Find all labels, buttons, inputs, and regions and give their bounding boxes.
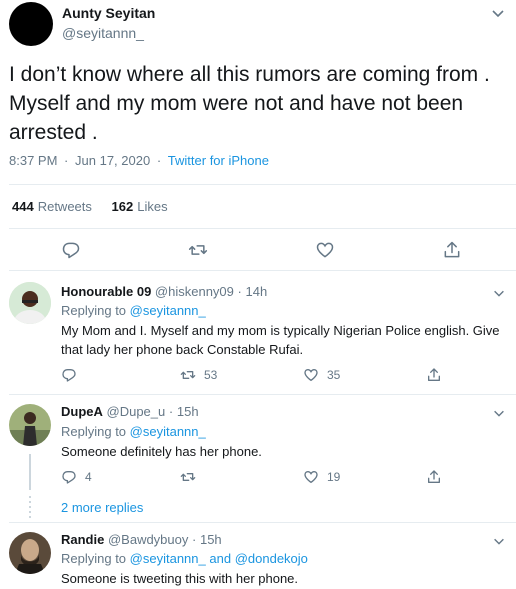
reply-age[interactable]: 15h	[200, 532, 222, 547]
tweet-date[interactable]: Jun 17, 2020	[75, 153, 150, 168]
thread-line	[29, 454, 31, 490]
share-action[interactable]	[426, 366, 450, 384]
reply-tweet[interactable]: Honourable 09 @hiskenny09 · 14h Replying…	[0, 270, 516, 394]
chevron-down-icon[interactable]	[492, 534, 506, 548]
retweets-stat[interactable]: 444 Retweets	[12, 199, 92, 214]
reply-age[interactable]: 14h	[245, 284, 267, 299]
like-icon[interactable]	[303, 367, 319, 383]
replying-prefix: Replying to	[61, 551, 127, 566]
avatar[interactable]	[9, 404, 51, 446]
separator: ·	[192, 532, 197, 547]
reply-tweet[interactable]: Randie @Bawdybuoy · 15h Replying to @sey…	[0, 522, 516, 589]
mention-link[interactable]: @dondekojo	[235, 551, 308, 566]
author-name[interactable]: Honourable 09	[61, 284, 151, 299]
reply-icon[interactable]	[61, 240, 81, 260]
author-handle[interactable]: @Dupe_u	[107, 404, 166, 419]
author-name[interactable]: Randie	[61, 532, 104, 547]
avatar[interactable]	[9, 282, 51, 324]
avatar-photo	[9, 404, 51, 446]
mention-joiner: and	[209, 551, 232, 566]
reply-age[interactable]: 15h	[177, 404, 199, 419]
retweet-action[interactable]: 53	[180, 366, 217, 384]
chevron-down-icon[interactable]	[490, 5, 506, 21]
divider	[9, 228, 516, 229]
more-replies-link[interactable]: 2 more replies	[61, 500, 143, 515]
like-icon[interactable]	[303, 469, 319, 485]
reply-icon[interactable]	[61, 367, 77, 383]
likes-stat[interactable]: 162 Likes	[112, 199, 168, 214]
share-icon[interactable]	[426, 367, 442, 383]
reply-count: 4	[85, 470, 92, 484]
mention-link[interactable]: @seyitannn_	[130, 551, 206, 566]
author-name[interactable]: DupeA	[61, 404, 103, 419]
like-action[interactable]: 35	[303, 366, 340, 384]
meta-separator: ·	[156, 153, 162, 168]
main-tweet: Aunty Seyitan @seyitannn_ I don’t know w…	[0, 0, 516, 270]
tweet-source[interactable]: Twitter for iPhone	[168, 153, 269, 168]
avatar-photo	[9, 282, 51, 324]
retweet-count: 53	[204, 368, 218, 382]
separator: ·	[168, 404, 174, 419]
like-icon[interactable]	[315, 240, 335, 260]
chevron-down-icon[interactable]	[492, 286, 506, 300]
share-action[interactable]	[426, 468, 450, 486]
reply-text: Someone is tweeting this with her phone.	[61, 571, 299, 586]
divider	[9, 184, 516, 185]
replying-prefix: Replying to	[61, 424, 127, 439]
like-count: 19	[327, 470, 341, 484]
replying-to: Replying to @seyitannn_	[61, 424, 206, 439]
tweet-text: I don’t know where all this rumors are c…	[9, 63, 490, 144]
author-handle[interactable]: @Bawdybuoy	[108, 532, 188, 547]
tweet-meta: 8:37 PM · Jun 17, 2020 · Twitter for iPh…	[9, 153, 269, 168]
retweet-icon[interactable]	[188, 240, 208, 260]
share-icon[interactable]	[442, 240, 462, 260]
tweet-time[interactable]: 8:37 PM	[9, 153, 57, 168]
replying-to: Replying to @seyitannn_ and @dondekojo	[61, 551, 308, 566]
reply-header: Honourable 09 @hiskenny09 · 14h	[61, 284, 267, 299]
separator: ·	[237, 284, 242, 299]
retweet-action[interactable]	[180, 468, 204, 486]
like-action[interactable]: 19	[303, 468, 340, 486]
reply-action[interactable]: 4	[61, 468, 92, 486]
reply-action[interactable]	[61, 366, 85, 384]
like-count: 35	[327, 368, 341, 382]
reply-header: Randie @Bawdybuoy · 15h	[61, 532, 222, 547]
avatar[interactable]	[9, 532, 51, 574]
tweet-stats: 444 Retweets 162 Likes	[12, 199, 184, 214]
reply-header: DupeA @Dupe_u · 15h	[61, 404, 199, 419]
replying-to: Replying to @seyitannn_	[61, 303, 206, 318]
author-name[interactable]: Aunty Seyitan	[62, 5, 155, 21]
tweet-actions	[0, 240, 516, 262]
author-handle[interactable]: @seyitannn_	[62, 25, 144, 41]
mention-link[interactable]: @seyitannn_	[130, 303, 206, 318]
retweet-icon[interactable]	[180, 469, 196, 485]
main-avatar[interactable]	[9, 2, 53, 46]
share-icon[interactable]	[426, 469, 442, 485]
reply-text: Someone definitely has her phone.	[61, 444, 262, 459]
reply-icon[interactable]	[61, 469, 77, 485]
author-handle[interactable]: @hiskenny09	[155, 284, 234, 299]
mention-link[interactable]: @seyitannn_	[130, 424, 206, 439]
thread-dots	[29, 496, 31, 518]
replying-prefix: Replying to	[61, 303, 127, 318]
chevron-down-icon[interactable]	[492, 406, 506, 420]
reply-text: My Mom and I. Myself and my mom is typic…	[61, 323, 500, 357]
avatar-photo	[9, 532, 51, 574]
retweet-icon[interactable]	[180, 367, 196, 383]
meta-separator: ·	[64, 153, 69, 168]
